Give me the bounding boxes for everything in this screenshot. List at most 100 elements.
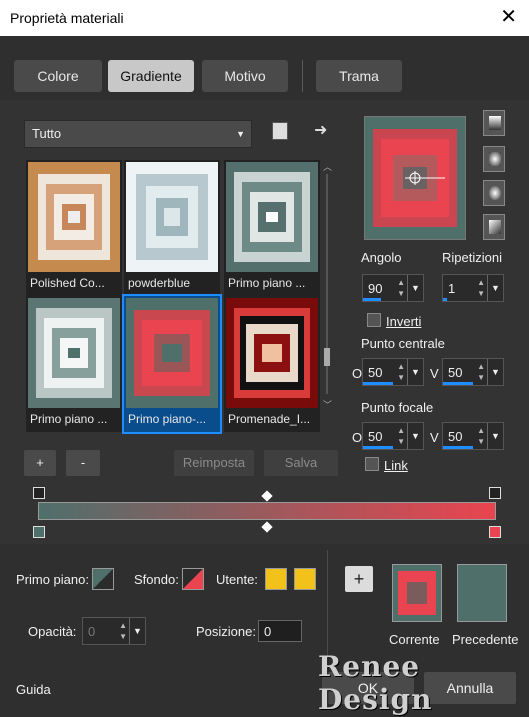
gradient-tile-3[interactable]: Primo piano ... — [224, 160, 320, 296]
focal-v-input[interactable]: 50 ▲ ▼ ▼ — [442, 422, 504, 450]
spinner-arrows-icon[interactable]: ▲ ▼ — [477, 277, 485, 299]
center-o-prefix: O — [352, 366, 363, 381]
gradient-preview[interactable] — [364, 116, 466, 240]
tile-5-preview — [126, 298, 218, 408]
save-button[interactable]: Salva — [264, 450, 338, 476]
tab-colore[interactable]: Colore — [14, 60, 102, 92]
invert-label: Inverti — [386, 314, 422, 329]
opacity-value: 0 — [88, 624, 96, 639]
category-select[interactable]: Tutto ▼ — [24, 120, 252, 148]
current-material-swatch[interactable] — [392, 564, 442, 622]
angle-value: 90 — [368, 281, 383, 296]
user-label: Utente: — [216, 572, 258, 587]
focal-o-prefix: O — [352, 430, 363, 445]
scroll-down-icon[interactable]: ﹀ — [323, 398, 332, 411]
spinner-arrows-icon[interactable]: ▲ ▼ — [477, 361, 485, 383]
spinner-arrows-icon[interactable]: ▲ ▼ — [397, 361, 405, 383]
add-gradient-button[interactable]: + — [24, 450, 56, 476]
opacity-input[interactable]: 0 ▲ ▼ ▼ — [82, 617, 146, 645]
focal-o-level-bar — [363, 446, 393, 449]
cancel-button[interactable]: Annulla — [424, 672, 516, 704]
sunburst-gradient-type-button[interactable] — [483, 214, 505, 240]
tiles-scrollbar[interactable]: ︿ ﹀ — [322, 160, 332, 410]
preview-image — [365, 117, 465, 239]
position-input[interactable]: 0 — [258, 620, 302, 642]
tab-gradiente[interactable]: Gradiente — [108, 60, 194, 92]
scroll-thumb[interactable] — [324, 348, 330, 366]
background-swatch[interactable] — [182, 568, 204, 590]
title-bar: Proprietà materiali ✕ — [0, 0, 529, 36]
close-icon[interactable]: ✕ — [500, 5, 517, 29]
center-v-value: 50 — [448, 365, 463, 380]
spinner-arrows-icon[interactable]: ▲ ▼ — [397, 425, 405, 447]
scroll-up-icon[interactable]: ︿ — [323, 160, 332, 173]
previous-label: Precedente — [452, 632, 519, 647]
gradient-tile-2[interactable]: powderblue — [124, 160, 220, 296]
foreground-swatch[interactable] — [92, 568, 114, 590]
chevron-down-icon[interactable]: ▼ — [487, 423, 503, 449]
user-swatch-1[interactable] — [265, 568, 287, 590]
link-label: Link — [384, 458, 408, 473]
spinner-arrows-icon[interactable]: ▲ ▼ — [119, 620, 127, 642]
center-o-input[interactable]: 50 ▲ ▼ ▼ — [362, 358, 424, 386]
current-label: Corrente — [389, 632, 440, 647]
focal-o-input[interactable]: 50 ▲ ▼ ▼ — [362, 422, 424, 450]
chevron-down-icon[interactable]: ▼ — [407, 423, 423, 449]
chevron-down-icon[interactable]: ▼ — [487, 275, 503, 301]
window-title: Proprietà materiali — [10, 10, 124, 26]
tab-trama[interactable]: Trama — [316, 60, 402, 92]
linear-gradient-type-button[interactable] — [483, 110, 505, 136]
focal-v-level-bar — [443, 446, 473, 449]
foreground-label: Primo piano: — [16, 572, 89, 587]
gradient-bar[interactable] — [38, 502, 496, 520]
chevron-down-icon[interactable]: ▼ — [407, 275, 423, 301]
angle-input[interactable]: 90 ▲ ▼ ▼ — [362, 274, 424, 302]
gradient-tile-1[interactable]: Polished Co... — [26, 160, 122, 296]
chevron-down-icon[interactable]: ▼ — [407, 359, 423, 385]
bottom-left-color-stop[interactable] — [33, 526, 45, 538]
invert-checkbox[interactable] — [367, 313, 381, 327]
tile-label: Polished Co... — [30, 276, 105, 290]
center-v-input[interactable]: 50 ▲ ▼ ▼ — [442, 358, 504, 386]
tile-label: Promenade_I... — [228, 412, 311, 426]
spinner-arrows-icon[interactable]: ▲ ▼ — [477, 425, 485, 447]
repeats-input[interactable]: 1 ▲ ▼ ▼ — [442, 274, 504, 302]
link-checkbox[interactable] — [365, 457, 379, 471]
radial-gradient-type-button[interactable] — [483, 180, 505, 206]
repeats-level-bar — [443, 298, 447, 301]
gradient-tile-5-selected[interactable]: Primo piano-... — [122, 294, 222, 434]
focal-v-prefix: V — [430, 430, 439, 445]
tile-3-preview — [226, 162, 318, 272]
tab-motivo[interactable]: Motivo — [202, 60, 288, 92]
center-point-label: Punto centrale — [361, 336, 445, 351]
library-menu-icon[interactable] — [272, 122, 288, 140]
bottom-right-color-stop[interactable] — [489, 526, 501, 538]
bottom-divider — [327, 550, 328, 660]
tile-6-preview — [226, 298, 318, 408]
add-material-button[interactable]: + — [345, 566, 373, 592]
help-label[interactable]: Guida — [16, 682, 51, 697]
reset-button[interactable]: Reimposta — [174, 450, 254, 476]
background-label: Sfondo: — [134, 572, 179, 587]
angle-level-bar — [363, 298, 381, 301]
top-right-stop-handle[interactable] — [489, 487, 501, 499]
remove-gradient-button[interactable]: - — [66, 450, 100, 476]
gradient-tile-4[interactable]: Primo piano ... — [26, 296, 122, 432]
tile-1-preview — [28, 162, 120, 272]
ok-button[interactable]: OK — [322, 672, 414, 704]
focal-point-label: Punto focale — [361, 400, 434, 415]
angle-label: Angolo — [361, 250, 402, 265]
repeats-value: 1 — [448, 281, 456, 296]
tab-bar: Colore Gradiente Motivo Trama — [0, 36, 529, 100]
position-label: Posizione: — [196, 624, 256, 639]
arrow-right-icon[interactable]: ➜ — [314, 120, 327, 140]
rectangular-gradient-type-button[interactable] — [483, 146, 505, 172]
top-left-stop-handle[interactable] — [33, 487, 45, 499]
previous-material-swatch[interactable] — [457, 564, 507, 622]
chevron-down-icon[interactable]: ▼ — [487, 359, 503, 385]
tile-4-preview — [28, 298, 120, 408]
gradient-tile-6[interactable]: Promenade_I... — [224, 296, 320, 432]
spinner-arrows-icon[interactable]: ▲ ▼ — [397, 277, 405, 299]
chevron-down-icon[interactable]: ▼ — [129, 618, 145, 644]
user-swatch-2[interactable] — [294, 568, 316, 590]
